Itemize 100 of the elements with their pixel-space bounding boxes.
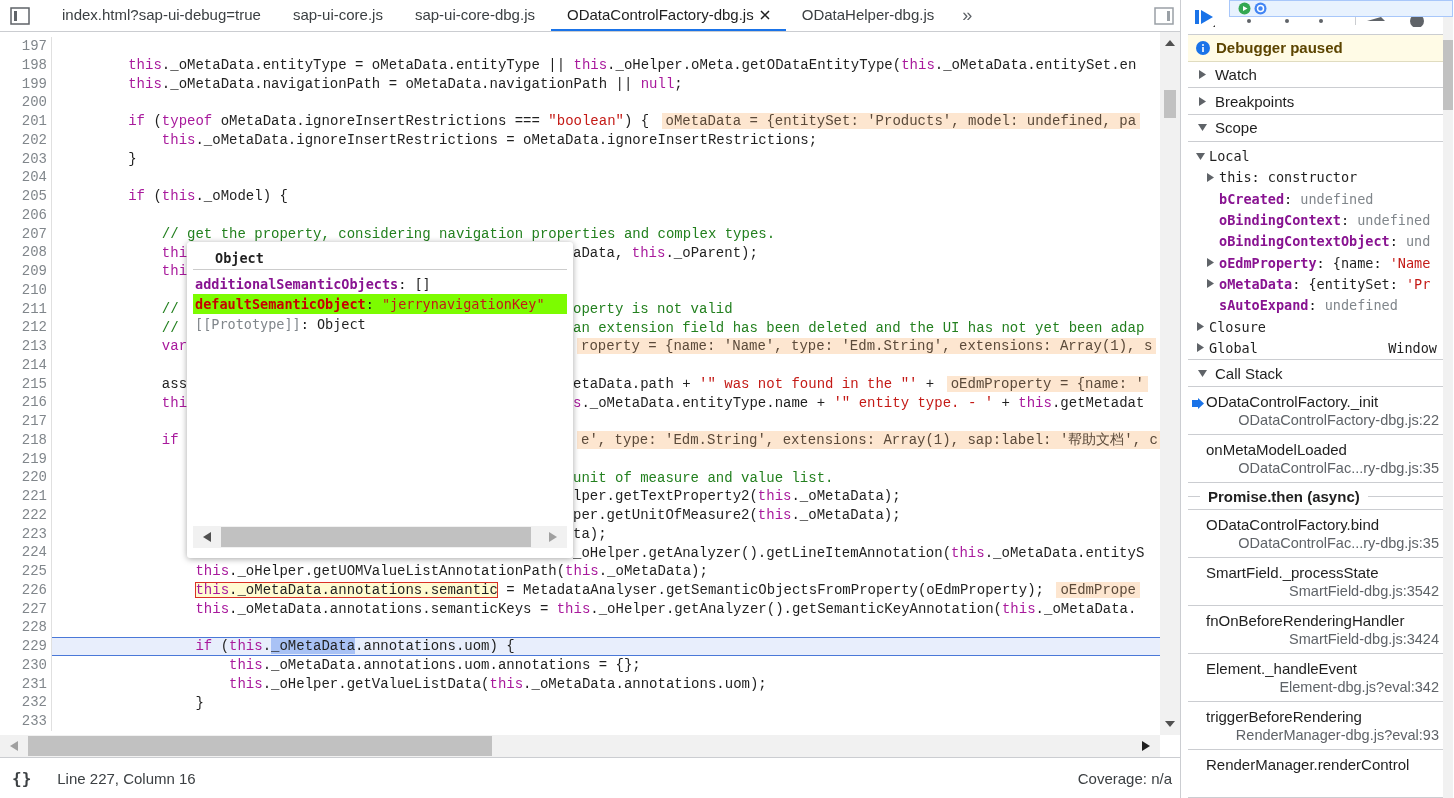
horizontal-scrollbar[interactable]: [0, 735, 1160, 757]
line-number: 226: [0, 580, 52, 600]
code-text: }: [195, 694, 204, 711]
step-over-icon[interactable]: [1254, 2, 1267, 15]
line-number: 201: [0, 112, 52, 131]
code-text: if (this._oModel) {: [128, 188, 288, 205]
close-icon[interactable]: [759, 9, 770, 20]
line-number: 228: [0, 618, 52, 637]
line-number: 233: [0, 712, 52, 731]
code-text: this._oMetaData.ignoreInsertRestrictions = oMetaData.ignoreInsertRestrictions;: [161, 132, 818, 149]
line-number: 210: [0, 280, 52, 300]
code-text: aData, this._oParent);: [573, 244, 758, 261]
scope-variable[interactable]: oMetaData: {entitySet: 'Pr: [1219, 275, 1431, 292]
expand-arrow-icon[interactable]: [1196, 343, 1205, 353]
expand-arrow-icon[interactable]: [1198, 96, 1207, 106]
line-number: 200: [0, 93, 52, 112]
inline-value: oEdmProperty = {name: ': [946, 375, 1148, 392]
more-tabs-button[interactable]: »: [950, 5, 985, 26]
line-number: 216: [0, 393, 52, 412]
code-text: etaData.path + '" was not found in the "' +: [573, 375, 936, 392]
scope-variable[interactable]: oBindingContext: undefined: [1219, 212, 1431, 229]
play-icon[interactable]: [1238, 2, 1251, 15]
code-text: }: [128, 150, 137, 167]
code-text: an extension field has been deleted and the UI has not yet been adap: [573, 319, 1145, 336]
expand-arrow-icon[interactable]: [1206, 279, 1215, 289]
line-number: 219: [0, 449, 52, 469]
code-text: ass: [161, 375, 188, 392]
scope-variable[interactable]: sAutoExpand: undefined: [1219, 297, 1398, 314]
line-number: 199: [0, 74, 52, 94]
vertical-scrollbar[interactable]: [1160, 32, 1180, 735]
inline-value: roperty = {name: 'Name', type: 'Edm.String', extensions: Array(1), s: [577, 338, 1157, 355]
scope-name[interactable]: Closure: [1209, 318, 1266, 335]
sidebar-toggle-icon[interactable]: [1154, 6, 1174, 25]
scrollbar-thumb[interactable]: [1164, 90, 1176, 118]
frame-location: ODataControlFac...ry-dbg.js:35: [1238, 534, 1439, 552]
frame-name: Element._handleEvent: [1205, 660, 1358, 678]
frame-name: ODataControlFactory.bind: [1205, 516, 1381, 534]
scrollbar-thumb[interactable]: [28, 736, 492, 756]
line-number: 218: [0, 430, 52, 450]
expand-arrow-icon[interactable]: [1198, 70, 1207, 80]
line-number: 213: [0, 337, 52, 356]
horizontal-scrollbar[interactable]: [193, 526, 567, 548]
line-number: 230: [0, 655, 52, 675]
collapse-arrow-icon[interactable]: [1196, 151, 1205, 161]
popover-title: Object: [193, 248, 567, 270]
scroll-down-icon[interactable]: [1165, 721, 1175, 729]
frame-name: onMetaModelLoaded: [1205, 441, 1348, 459]
pretty-print-button[interactable]: {}: [12, 768, 32, 788]
expand-arrow-icon[interactable]: [1196, 322, 1205, 331]
line-number: 206: [0, 205, 52, 225]
line-number: 203: [0, 149, 52, 169]
code-text: thi: [161, 244, 188, 261]
line-number: 202: [0, 130, 52, 150]
frame-name: fnOnBeforeRenderingHandler: [1205, 612, 1406, 630]
scroll-right-icon[interactable]: [1142, 741, 1150, 751]
line-number: 224: [0, 543, 52, 562]
info-icon: [1196, 40, 1210, 55]
expand-arrow-icon[interactable]: [1206, 172, 1215, 182]
collapse-arrow-icon[interactable]: [1198, 123, 1207, 133]
line-number: 221: [0, 487, 52, 506]
scope-variable[interactable]: this: constructor: [1219, 169, 1358, 186]
frame-name: RenderManager.renderControl: [1205, 756, 1411, 774]
scope-variable[interactable]: bCreated: undefined: [1219, 190, 1374, 207]
line-number: 222: [0, 505, 52, 525]
scrollbar-thumb[interactable]: [221, 527, 531, 547]
collapse-arrow-icon[interactable]: [1198, 368, 1207, 378]
property-entry[interactable]: defaultSemanticObject: "jerrynavigationKey": [193, 294, 567, 314]
line-number: 205: [0, 187, 52, 206]
frame-location: ODataControlFactory-dbg.js:22: [1238, 411, 1439, 429]
code-text: this._oHelper.getValueListData(this._oMetaData.annotations.uom);: [229, 675, 767, 692]
code-text: //: [161, 300, 179, 317]
code-text: if (typeof oMetaData.ignoreInsertRestrictions === "boolean") {: [128, 113, 651, 130]
code-text: //: [161, 319, 179, 336]
line-number: 212: [0, 318, 52, 337]
scope-value: Window: [1388, 339, 1438, 356]
scroll-left-icon[interactable]: [203, 532, 211, 542]
line-number: 214: [0, 355, 52, 375]
property-entry[interactable]: [[Prototype]]: Object: [193, 314, 567, 334]
scope-name[interactable]: Local: [1209, 148, 1250, 165]
inline-value: oMetaData = {entitySet: 'Products', model: undefined, pa: [661, 113, 1141, 130]
expand-arrow-icon[interactable]: [1206, 258, 1215, 268]
line-number: 198: [0, 55, 52, 75]
line-number: 227: [0, 599, 52, 619]
scroll-up-icon[interactable]: [1165, 38, 1175, 46]
property-entry[interactable]: additionalSemanticObjects: []: [193, 274, 567, 294]
line-number: 220: [0, 468, 52, 487]
code-text: per.getUnitOfMeasure2(this._oMetaData);: [573, 507, 901, 524]
scope-name[interactable]: Global: [1209, 339, 1258, 356]
inline-value: oEdmPrope: [1056, 582, 1140, 599]
code-text: this._oMetaData.annotations.semanticKeys = this._oHelper.getAnalyzer().getSemanticKeyAnnotation(this._oMetaData.: [195, 600, 1137, 617]
sidebar-toggle-icon[interactable]: [10, 6, 30, 25]
code-text: operty is not valid: [573, 300, 733, 317]
coverage-text: Coverage: n/a: [1077, 769, 1172, 787]
scope-variable[interactable]: oEdmProperty: {name: 'Name: [1219, 254, 1431, 271]
code-text: // get the property, considering navigation properties and complex types.: [161, 225, 776, 242]
scrollbar-thumb[interactable]: [1443, 40, 1453, 110]
line-number: 207: [0, 224, 52, 244]
scope-variable[interactable]: oBindingContextObject: und: [1219, 233, 1431, 250]
code-text: ta);: [573, 525, 607, 542]
line-number: 204: [0, 168, 52, 187]
